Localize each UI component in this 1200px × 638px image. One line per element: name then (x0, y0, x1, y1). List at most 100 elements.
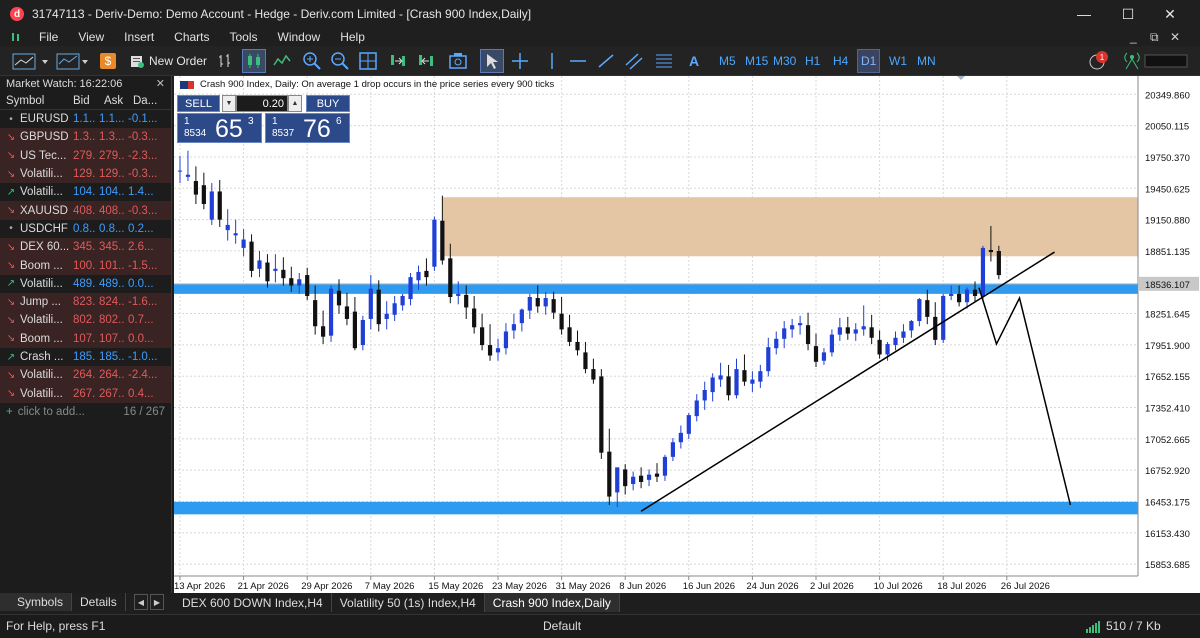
candle-bullish[interactable] (360, 319, 365, 346)
auto-scroll-icon[interactable] (386, 49, 410, 73)
candle-bearish[interactable] (925, 300, 930, 317)
candle-bearish[interactable] (464, 294, 469, 308)
candle-bearish[interactable] (742, 370, 747, 382)
signal-icon[interactable] (1120, 49, 1144, 73)
candle-bearish[interactable] (567, 327, 572, 342)
chart-tab-crash900[interactable]: Crash 900 Index,Daily (484, 593, 620, 612)
candle-bullish[interactable] (185, 174, 191, 177)
candle-bearish[interactable] (726, 376, 731, 396)
tile-windows-icon[interactable] (356, 49, 380, 73)
candle-bullish[interactable] (774, 338, 779, 349)
menu-insert[interactable]: Insert (121, 30, 157, 44)
lot-decrease-icon[interactable]: ▼ (222, 95, 236, 112)
candle-bullish[interactable] (543, 298, 548, 307)
candle-bullish[interactable] (885, 344, 890, 355)
candle-bearish[interactable] (805, 325, 811, 345)
candle-bullish[interactable] (980, 247, 986, 296)
crosshair-icon[interactable] (508, 49, 532, 73)
market-watch-row[interactable]: ↘XAUUSD408...408...-0.3... (0, 201, 171, 220)
candle-bullish[interactable] (678, 432, 683, 443)
sell-price-box[interactable]: 1 8534 65 3 (177, 113, 262, 143)
chart-menu-icon[interactable] (10, 31, 22, 43)
candle-bullish[interactable] (734, 369, 739, 396)
candle-bearish[interactable] (193, 181, 198, 195)
candle-bullish[interactable] (893, 337, 898, 346)
timeframe-m5[interactable]: M5 (716, 49, 739, 73)
timeframe-m30[interactable]: M30 (770, 49, 799, 73)
line-chart-icon[interactable] (270, 49, 294, 73)
candle-bearish[interactable] (321, 326, 326, 337)
candle-bullish[interactable] (941, 295, 946, 340)
candle-bullish[interactable] (702, 390, 707, 401)
candle-bullish[interactable] (177, 170, 183, 172)
maximize-window-button[interactable]: ☐ (1105, 0, 1151, 28)
price-chart[interactable]: 20349.860 20050.115 19750.370 19450.625 1915… (174, 76, 1200, 593)
market-watch-row[interactable]: ↘ Boom ... 100... 101...-1.5... (0, 256, 171, 275)
candle-bullish[interactable] (758, 371, 763, 382)
candle-bearish[interactable] (472, 308, 477, 328)
support-level-upper[interactable] (174, 283, 1138, 294)
candle-bullish[interactable] (861, 326, 866, 330)
candle-bearish[interactable] (996, 251, 1001, 276)
notifications-icon[interactable]: 1 (1086, 49, 1112, 73)
chart-tab-dex600[interactable]: DEX 600 DOWN Index,H4 (174, 593, 332, 612)
menu-window[interactable]: Window (275, 30, 324, 44)
lot-size-input[interactable] (236, 95, 288, 112)
candle-bullish[interactable] (408, 277, 413, 300)
candle-bullish[interactable] (615, 467, 620, 493)
candle-bearish[interactable] (599, 376, 604, 453)
candle-bearish[interactable] (440, 220, 445, 261)
candle-bullish[interactable] (750, 379, 755, 384)
candle-bearish[interactable] (988, 249, 993, 253)
candle-bearish[interactable] (623, 469, 628, 487)
candle-bullish[interactable] (670, 442, 675, 457)
sell-button[interactable]: SELL (177, 95, 220, 112)
candle-bullish[interactable] (503, 331, 509, 349)
tab-details[interactable]: Details (72, 593, 126, 611)
menu-tools[interactable]: Tools (227, 30, 261, 44)
candle-bearish[interactable] (487, 345, 493, 356)
buy-button[interactable]: BUY (306, 95, 350, 112)
column-daily-change[interactable]: Da... (130, 95, 170, 107)
candle-bullish[interactable] (384, 313, 389, 319)
candle-bullish[interactable] (909, 321, 914, 331)
candle-bullish[interactable] (694, 400, 699, 417)
candle-bearish[interactable] (352, 311, 357, 349)
market-watch-row[interactable]: •USDCHF0.8...0.8...0.2... (0, 220, 171, 238)
market-watch-close-icon[interactable]: ✕ (156, 77, 165, 90)
candle-bullish[interactable] (225, 224, 230, 231)
candle-bullish[interactable] (686, 415, 691, 434)
market-watch-row[interactable]: ↘US Tec...279...279...-2.3... (0, 146, 171, 165)
lot-increase-icon[interactable]: ▲ (288, 95, 302, 112)
candle-bullish[interactable] (710, 377, 715, 393)
timeframe-chart-button[interactable] (56, 49, 92, 73)
candle-bullish[interactable] (456, 293, 461, 296)
chart-minimize-button[interactable]: _ (1130, 28, 1137, 46)
column-bid[interactable]: Bid (70, 95, 100, 107)
candle-bullish[interactable] (718, 375, 723, 380)
candle-bearish[interactable] (575, 341, 580, 351)
status-profile[interactable]: Default (543, 619, 581, 633)
candle-bearish[interactable] (845, 327, 850, 334)
chart-tab-volatility50[interactable]: Volatility 50 (1s) Index,H4 (332, 593, 485, 612)
market-watch-row[interactable]: ↗Volatili...489...489...0.0... (0, 275, 171, 293)
candle-bullish[interactable] (782, 328, 787, 339)
candle-bullish[interactable] (527, 297, 532, 311)
candle-bullish[interactable] (297, 279, 302, 286)
candle-bullish[interactable] (416, 271, 421, 281)
zoom-in-icon[interactable] (300, 49, 324, 73)
candle-bearish[interactable] (639, 475, 644, 482)
market-watch-row[interactable]: ↘Volatili...264...264...-2.4... (0, 366, 171, 385)
bar-chart-icon[interactable] (214, 49, 238, 73)
vertical-line-icon[interactable] (540, 49, 564, 73)
candle-bullish[interactable] (233, 233, 238, 236)
menu-charts[interactable]: Charts (171, 30, 212, 44)
candle-bullish[interactable] (257, 260, 262, 269)
candle-bullish[interactable] (798, 323, 803, 326)
candle-bullish[interactable] (631, 476, 636, 485)
candle-bearish[interactable] (249, 241, 254, 271)
candle-bullish[interactable] (853, 329, 858, 334)
candle-bearish[interactable] (265, 262, 270, 282)
chart-type-line-button[interactable] (12, 49, 52, 73)
candle-bullish[interactable] (519, 309, 524, 324)
